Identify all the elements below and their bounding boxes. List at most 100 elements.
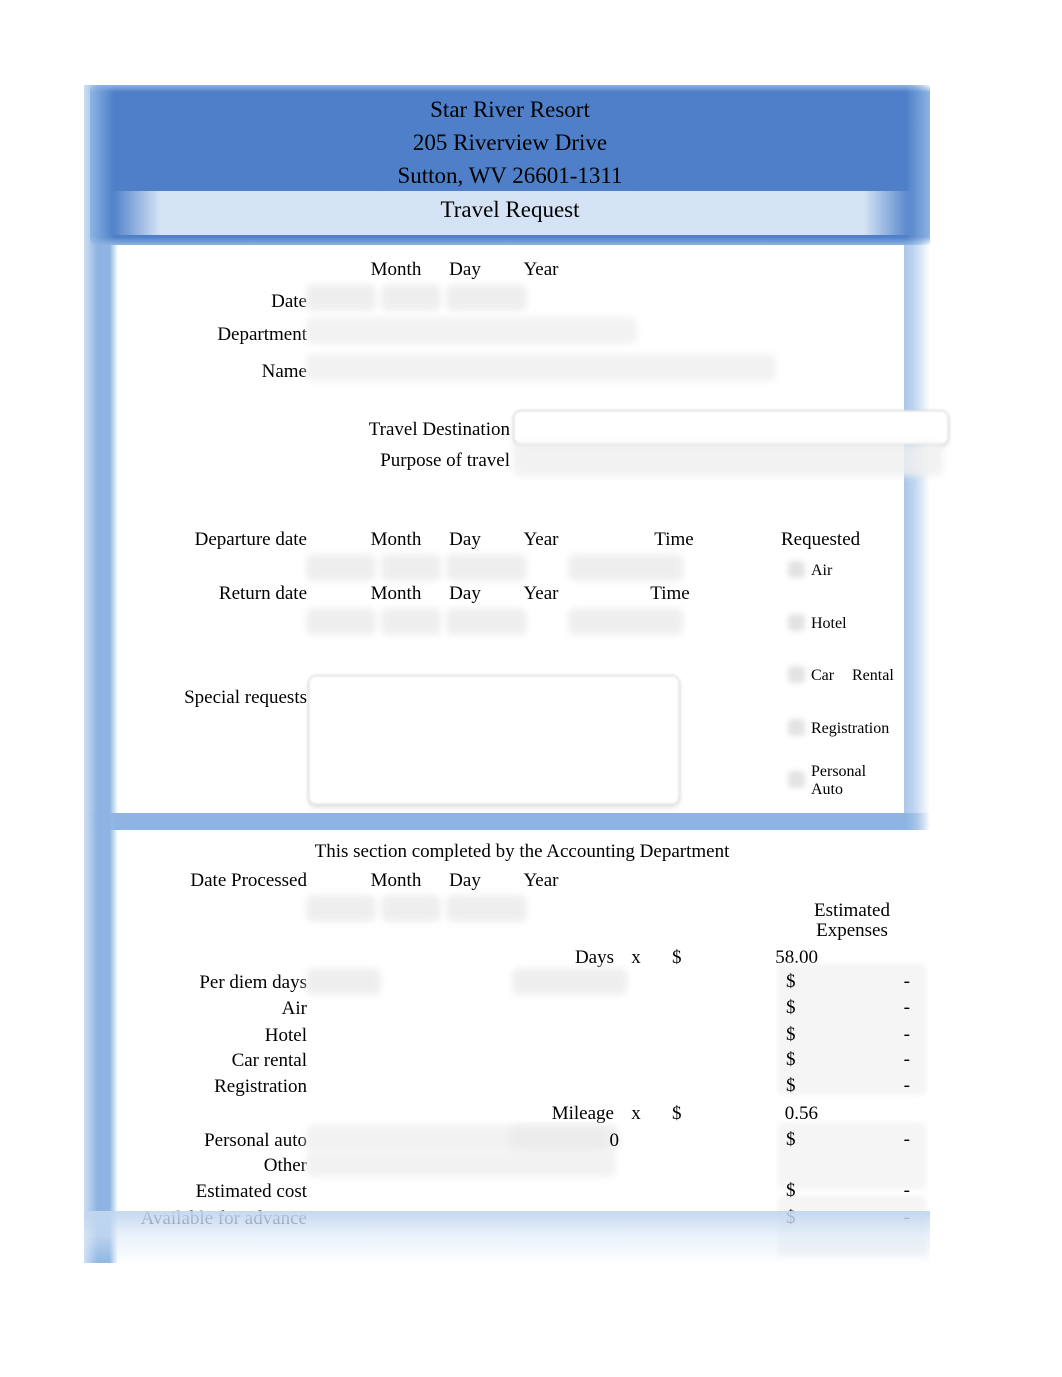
return-time-header: Time bbox=[650, 583, 690, 604]
form-title: Travel Request bbox=[440, 197, 580, 222]
days-label: Days bbox=[574, 947, 614, 968]
row-label-other: Other bbox=[263, 1155, 307, 1176]
dollar-sign: $ bbox=[786, 997, 796, 1018]
purpose-of-travel-label: Purpose of travel bbox=[380, 450, 510, 471]
return-date-label: Return date bbox=[218, 583, 307, 604]
dollar-sign: $ bbox=[786, 1129, 796, 1150]
checkbox-label-hotel: Hotel bbox=[811, 615, 847, 632]
return-day-input[interactable] bbox=[381, 608, 441, 635]
company-citystatezip: Sutton, WV 26601-1311 bbox=[397, 163, 623, 188]
travel-destination-label: Travel Destination bbox=[368, 419, 510, 440]
travel-request-form: Star River Resort 205 Riverview Drive Su… bbox=[84, 85, 949, 1265]
date-year-input[interactable] bbox=[446, 284, 527, 311]
dollar-sign: $ bbox=[786, 971, 796, 992]
departure-year-header: Year bbox=[523, 529, 559, 550]
date-month-input[interactable] bbox=[306, 284, 376, 311]
checkbox-label-registration: Registration bbox=[811, 720, 890, 737]
amount-value: - bbox=[903, 1129, 910, 1150]
checkbox-personal-auto[interactable] bbox=[788, 771, 805, 788]
checkbox-label-rental: Rental bbox=[852, 667, 894, 684]
mileage-dollar-symbol: $ bbox=[672, 1103, 682, 1124]
per-diem-dollar-symbol: $ bbox=[672, 947, 682, 968]
mileage-rate-value: 0.56 bbox=[784, 1103, 818, 1124]
estimated-expenses-header-line2: Expenses bbox=[816, 920, 888, 941]
per-diem-days-input[interactable] bbox=[306, 968, 381, 995]
company-name: Star River Resort bbox=[430, 97, 590, 122]
processed-day-header: Day bbox=[449, 870, 481, 891]
return-year-header: Year bbox=[523, 583, 559, 604]
checkbox-registration[interactable] bbox=[788, 719, 805, 736]
checkbox-label-air: Air bbox=[811, 562, 833, 579]
return-month-input[interactable] bbox=[306, 608, 376, 635]
special-requests-input[interactable] bbox=[308, 675, 680, 805]
processed-day-input[interactable] bbox=[381, 895, 441, 922]
mileage-label: Mileage bbox=[551, 1103, 614, 1124]
checkbox-air[interactable] bbox=[788, 561, 805, 578]
dollar-sign: $ bbox=[786, 1024, 796, 1045]
row-label-car-rental: Car rental bbox=[231, 1050, 307, 1071]
amount-estimated-cost: $ - bbox=[780, 1178, 920, 1204]
name-label: Name bbox=[261, 361, 307, 382]
checkbox-car-rental[interactable] bbox=[788, 666, 805, 683]
amount-hotel: $ - bbox=[780, 1022, 920, 1048]
purpose-of-travel-input[interactable] bbox=[513, 443, 943, 476]
processed-year-header: Year bbox=[523, 870, 559, 891]
dollar-sign: $ bbox=[786, 1075, 796, 1096]
checkbox-hotel[interactable] bbox=[788, 614, 805, 631]
per-diem-total-input[interactable] bbox=[512, 968, 627, 995]
date-label: Date bbox=[271, 291, 307, 312]
estimated-expenses-header-line1: Estimated bbox=[814, 900, 890, 921]
checkbox-label-car: Car bbox=[811, 667, 835, 684]
row-label-registration: Registration bbox=[214, 1076, 307, 1097]
departure-day-header: Day bbox=[449, 529, 481, 550]
date-processed-label: Date Processed bbox=[190, 870, 307, 891]
amount-registration: $ - bbox=[780, 1073, 920, 1099]
amount-air: $ - bbox=[780, 995, 920, 1021]
return-year-input[interactable] bbox=[446, 608, 527, 635]
row-label-hotel: Hotel bbox=[264, 1025, 307, 1046]
department-input[interactable] bbox=[306, 317, 637, 344]
mileage-times-symbol: x bbox=[631, 1103, 641, 1124]
row-label-air: Air bbox=[281, 998, 307, 1019]
bottom-blue-fade bbox=[84, 1211, 930, 1265]
amount-personal-auto: $ - bbox=[780, 1127, 920, 1153]
processed-year-input[interactable] bbox=[446, 895, 527, 922]
requested-title: Requested bbox=[781, 529, 861, 550]
departure-time-input[interactable] bbox=[568, 554, 683, 581]
amount-car-rental: $ - bbox=[780, 1047, 920, 1073]
departure-date-label: Departure date bbox=[194, 529, 307, 550]
processed-month-input[interactable] bbox=[306, 895, 376, 922]
date-year-header: Year bbox=[523, 259, 559, 280]
return-time-input[interactable] bbox=[568, 608, 683, 635]
amount-value: - bbox=[903, 971, 910, 992]
departure-month-input[interactable] bbox=[306, 554, 376, 581]
accounting-section-title: This section completed by the Accounting… bbox=[314, 841, 730, 862]
accounting-section-divider bbox=[90, 813, 930, 830]
dollar-sign: $ bbox=[786, 1180, 796, 1201]
travel-destination-input[interactable] bbox=[513, 410, 949, 445]
letterhead: Star River Resort 205 Riverview Drive Su… bbox=[90, 93, 930, 192]
amount-value: - bbox=[903, 1075, 910, 1096]
amount-value: - bbox=[903, 1180, 910, 1201]
dollar-sign: $ bbox=[786, 1049, 796, 1070]
department-label: Department bbox=[217, 324, 307, 345]
name-input[interactable] bbox=[306, 354, 776, 381]
checkbox-label-auto: Auto bbox=[811, 781, 843, 798]
date-day-header: Day bbox=[449, 259, 481, 280]
special-requests-label: Special requests bbox=[184, 687, 307, 708]
departure-time-header: Time bbox=[654, 529, 694, 550]
left-blue-rail bbox=[84, 85, 118, 1263]
other-input[interactable] bbox=[306, 1150, 616, 1177]
personal-auto-mileage-value: 0 bbox=[609, 1130, 620, 1151]
departure-day-input[interactable] bbox=[381, 554, 441, 581]
amount-per-diem-days: $ - bbox=[780, 969, 920, 995]
row-label-estimated-cost: Estimated cost bbox=[195, 1181, 307, 1202]
departure-year-input[interactable] bbox=[446, 554, 527, 581]
row-label-personal-auto: Personal auto bbox=[204, 1130, 307, 1151]
amount-value: - bbox=[903, 1049, 910, 1070]
row-label-per-diem-days: Per diem days bbox=[199, 972, 307, 993]
return-day-header: Day bbox=[449, 583, 481, 604]
date-day-input[interactable] bbox=[381, 284, 441, 311]
per-diem-times-symbol: x bbox=[631, 947, 641, 968]
amount-value: - bbox=[903, 1024, 910, 1045]
